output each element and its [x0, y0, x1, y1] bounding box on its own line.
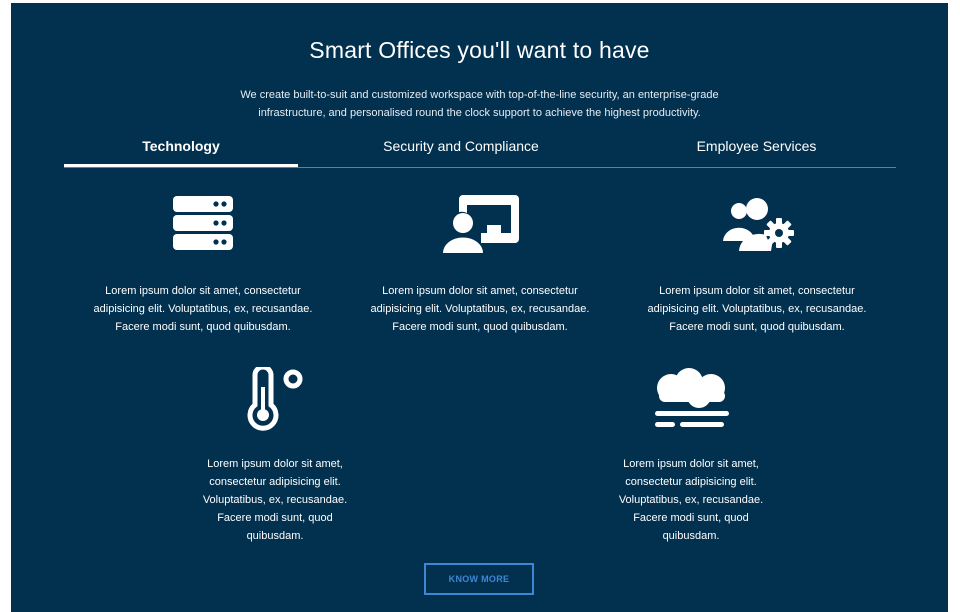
tab-employee-services[interactable]: Employee Services [624, 131, 889, 167]
feature-text: Lorem ipsum dolor sit amet, consectetur … [370, 285, 590, 333]
fog-cloud-icon [655, 368, 729, 427]
feature-text: Lorem ipsum dolor sit amet, consectetur … [93, 285, 313, 333]
smart-offices-section: Smart Offices you'll want to have We cre… [11, 3, 948, 612]
tab-technology[interactable]: Technology [64, 131, 298, 167]
feature-card-climate: Lorem ipsum dolor sit amet, consectetur … [611, 365, 771, 550]
feature-card-employees: Lorem ipsum dolor sit amet, consectetur … [642, 191, 872, 361]
thermometer-icon [247, 367, 303, 431]
feature-card-server: Lorem ipsum dolor sit amet, consectetur … [88, 191, 318, 361]
users-cog-icon [723, 198, 794, 251]
active-tab-indicator [64, 164, 298, 167]
know-more-button[interactable]: KNOW MORE [424, 563, 534, 595]
server-icon [173, 196, 233, 250]
feature-text: Lorem ipsum dolor sit amet, consectetur … [202, 458, 348, 542]
tab-security-and-compliance[interactable]: Security and Compliance [326, 131, 596, 167]
section-subtitle: We create built-to-suit and customized w… [240, 89, 719, 119]
section-title: Smart Offices you'll want to have [309, 37, 650, 63]
presentation-user-icon [443, 195, 519, 253]
tab-bar: Technology Security and Compliance Emplo… [64, 131, 896, 168]
feature-card-presentation: Lorem ipsum dolor sit amet, consectetur … [365, 191, 595, 361]
feature-text: Lorem ipsum dolor sit amet, consectetur … [647, 285, 867, 333]
feature-card-temperature: Lorem ipsum dolor sit amet, consectetur … [195, 365, 355, 550]
feature-text: Lorem ipsum dolor sit amet, consectetur … [618, 458, 764, 542]
